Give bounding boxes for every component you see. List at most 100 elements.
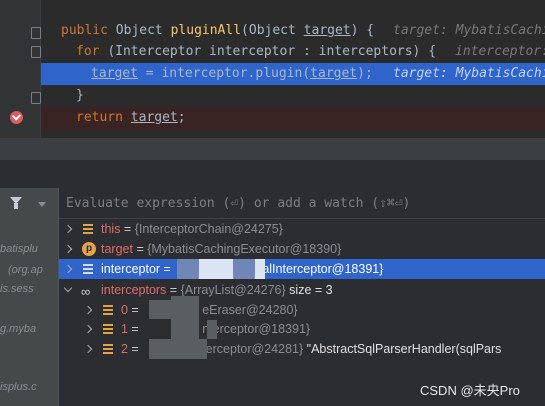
variable-tostring: "AbstractSqlParserHandler(sqlPars xyxy=(303,342,502,356)
frame-item[interactable]: (org.ap xyxy=(8,264,43,276)
field-icon xyxy=(103,344,113,354)
chevron-down-icon[interactable] xyxy=(63,283,73,293)
variable-value: terceptor@24281} xyxy=(202,342,304,356)
code-editor[interactable]: public Object pluginAll(Object target) {… xyxy=(0,0,545,138)
variable-text: target = {MybatisCachingExecutor@18390} xyxy=(101,239,341,259)
equals-sign: = xyxy=(166,283,181,297)
equals-sign: = xyxy=(132,242,148,256)
frame-item[interactable]: isplus.c xyxy=(0,381,37,393)
chevron-right-icon[interactable] xyxy=(63,244,73,254)
redaction-mosaic xyxy=(233,259,255,279)
redaction-mosaic xyxy=(255,259,265,279)
chevron-right-icon[interactable] xyxy=(63,224,73,234)
field-icon xyxy=(83,264,93,274)
variable-row-target[interactable]: p target = {MybatisCachingExecutor@18390} xyxy=(59,239,545,259)
variable-name: this xyxy=(101,222,121,236)
chevron-down-icon[interactable] xyxy=(38,202,46,207)
variable-value: {ArrayList@24276} xyxy=(180,283,286,297)
variable-row-interceptor[interactable]: interceptor = alInterceptor@18391} xyxy=(59,259,545,279)
redaction-mosaic xyxy=(149,300,171,319)
frame-item[interactable]: is.sess xyxy=(0,283,34,295)
fold-marker-icon[interactable] xyxy=(31,46,41,58)
code-token: for xyxy=(76,44,108,59)
equals-sign: = xyxy=(127,303,143,317)
code-text: public Object pluginAll(Object target) { xyxy=(61,20,374,42)
chevron-right-icon[interactable] xyxy=(63,264,73,274)
code-text: target = interceptor.plugin(target); xyxy=(91,63,373,85)
equals-sign: = xyxy=(127,342,143,356)
code-token: Object xyxy=(115,23,171,38)
variable-name: 0 xyxy=(121,303,128,317)
code-line-breakpoint[interactable]: return target; xyxy=(41,107,545,129)
code-token: return xyxy=(76,110,131,125)
field-icon xyxy=(103,305,113,315)
variable-row-i1[interactable]: 1 = nterceptor@18391} xyxy=(59,319,545,339)
variable-row-interceptors[interactable]: ∞ interceptors = {ArrayList@24276} size =… xyxy=(59,280,545,300)
code-line-signature[interactable]: public Object pluginAll(Object target) {… xyxy=(41,20,545,42)
code-token: public xyxy=(61,23,116,38)
panel-splitter[interactable] xyxy=(0,138,545,160)
redaction-mosaic xyxy=(199,259,233,279)
frames-panel[interactable]: batisplu (org.ap is.sess g.myba isplus.c xyxy=(0,188,58,406)
field-icon xyxy=(83,224,93,234)
frame-item[interactable]: g.myba xyxy=(0,323,36,335)
code-token: ); xyxy=(357,66,373,81)
variable-name: 2 xyxy=(121,342,128,356)
code-token: (Interceptor interceptor : interceptors)… xyxy=(107,44,437,59)
code-token: ( xyxy=(302,66,311,81)
breakpoint-icon[interactable] xyxy=(10,111,23,124)
code-token: target xyxy=(91,66,138,81)
code-token: target xyxy=(303,23,351,38)
variable-value: eEraser@24280} xyxy=(202,303,298,317)
variable-name: target xyxy=(101,242,133,256)
variable-text: this = {InterceptorChain@24275} xyxy=(101,219,283,239)
watch-collection-icon: ∞ xyxy=(81,284,90,299)
chevron-right-icon[interactable] xyxy=(83,324,93,334)
chevron-right-icon[interactable] xyxy=(83,305,93,315)
equals-sign: = xyxy=(160,262,175,276)
variable-row-i2[interactable]: 2 = terceptor@24281} "AbstractSqlParserH… xyxy=(59,339,545,359)
code-text: } xyxy=(76,85,84,107)
watermark: CSDN @未央Pro xyxy=(420,383,520,398)
code-token: = interceptor. xyxy=(137,66,256,81)
fold-marker-icon[interactable] xyxy=(31,92,41,104)
fold-marker-icon[interactable] xyxy=(31,27,41,39)
inline-debug-hint: target: MybatisCachin xyxy=(393,23,545,38)
variable-name: interceptors xyxy=(101,283,167,297)
variables-tree[interactable]: this = {InterceptorChain@24275} p target =… xyxy=(59,219,545,406)
redaction-mosaic xyxy=(149,339,171,359)
code-text: return target; xyxy=(76,107,186,129)
code-line-for[interactable]: for (Interceptor interceptor : intercept… xyxy=(41,41,545,63)
variable-value: alInterceptor@18391} xyxy=(262,262,384,276)
redaction-mosaic xyxy=(171,339,207,359)
code-line-close-brace[interactable]: } xyxy=(41,85,545,107)
code-token: ; xyxy=(177,110,186,125)
inline-debug-hint: interceptor: xyxy=(455,44,545,59)
variable-text: interceptors = {ArrayList@24276} size = … xyxy=(101,280,333,300)
filter-icon xyxy=(14,203,18,209)
redaction-mosaic xyxy=(207,320,217,339)
collection-size: size = 3 xyxy=(285,283,333,297)
code-line-current-execution[interactable]: target = interceptor.plugin(target); tar… xyxy=(41,63,545,85)
field-icon xyxy=(103,324,113,334)
evaluate-placeholder[interactable]: Evaluate expression (⏎) or add a watch (… xyxy=(66,196,410,211)
redaction-mosaic xyxy=(177,259,199,279)
variable-name: 1 xyxy=(121,322,128,336)
code-token: } xyxy=(76,88,84,103)
variable-row-this[interactable]: this = {InterceptorChain@24275} xyxy=(59,219,545,239)
parameter-icon: p xyxy=(82,242,96,256)
code-token: plugin xyxy=(255,66,303,81)
equals-sign: = xyxy=(127,322,143,336)
debugger-toolbar xyxy=(0,160,545,188)
variable-value: nterceptor@18391} xyxy=(202,322,311,336)
variable-row-i0[interactable]: 0 = eEraser@24280} xyxy=(59,300,545,320)
variable-text: 0 = eEraser@24280} xyxy=(121,300,298,320)
equals-sign: = xyxy=(120,222,135,236)
frame-item[interactable]: batisplu xyxy=(0,243,38,255)
variable-name: interceptor xyxy=(101,262,161,276)
redaction-mosaic xyxy=(171,296,199,320)
inline-debug-hint: target: MybatisCachi xyxy=(393,66,545,81)
chevron-right-icon[interactable] xyxy=(83,344,93,354)
code-token: ) { xyxy=(350,23,375,38)
code-token: target xyxy=(310,66,358,81)
